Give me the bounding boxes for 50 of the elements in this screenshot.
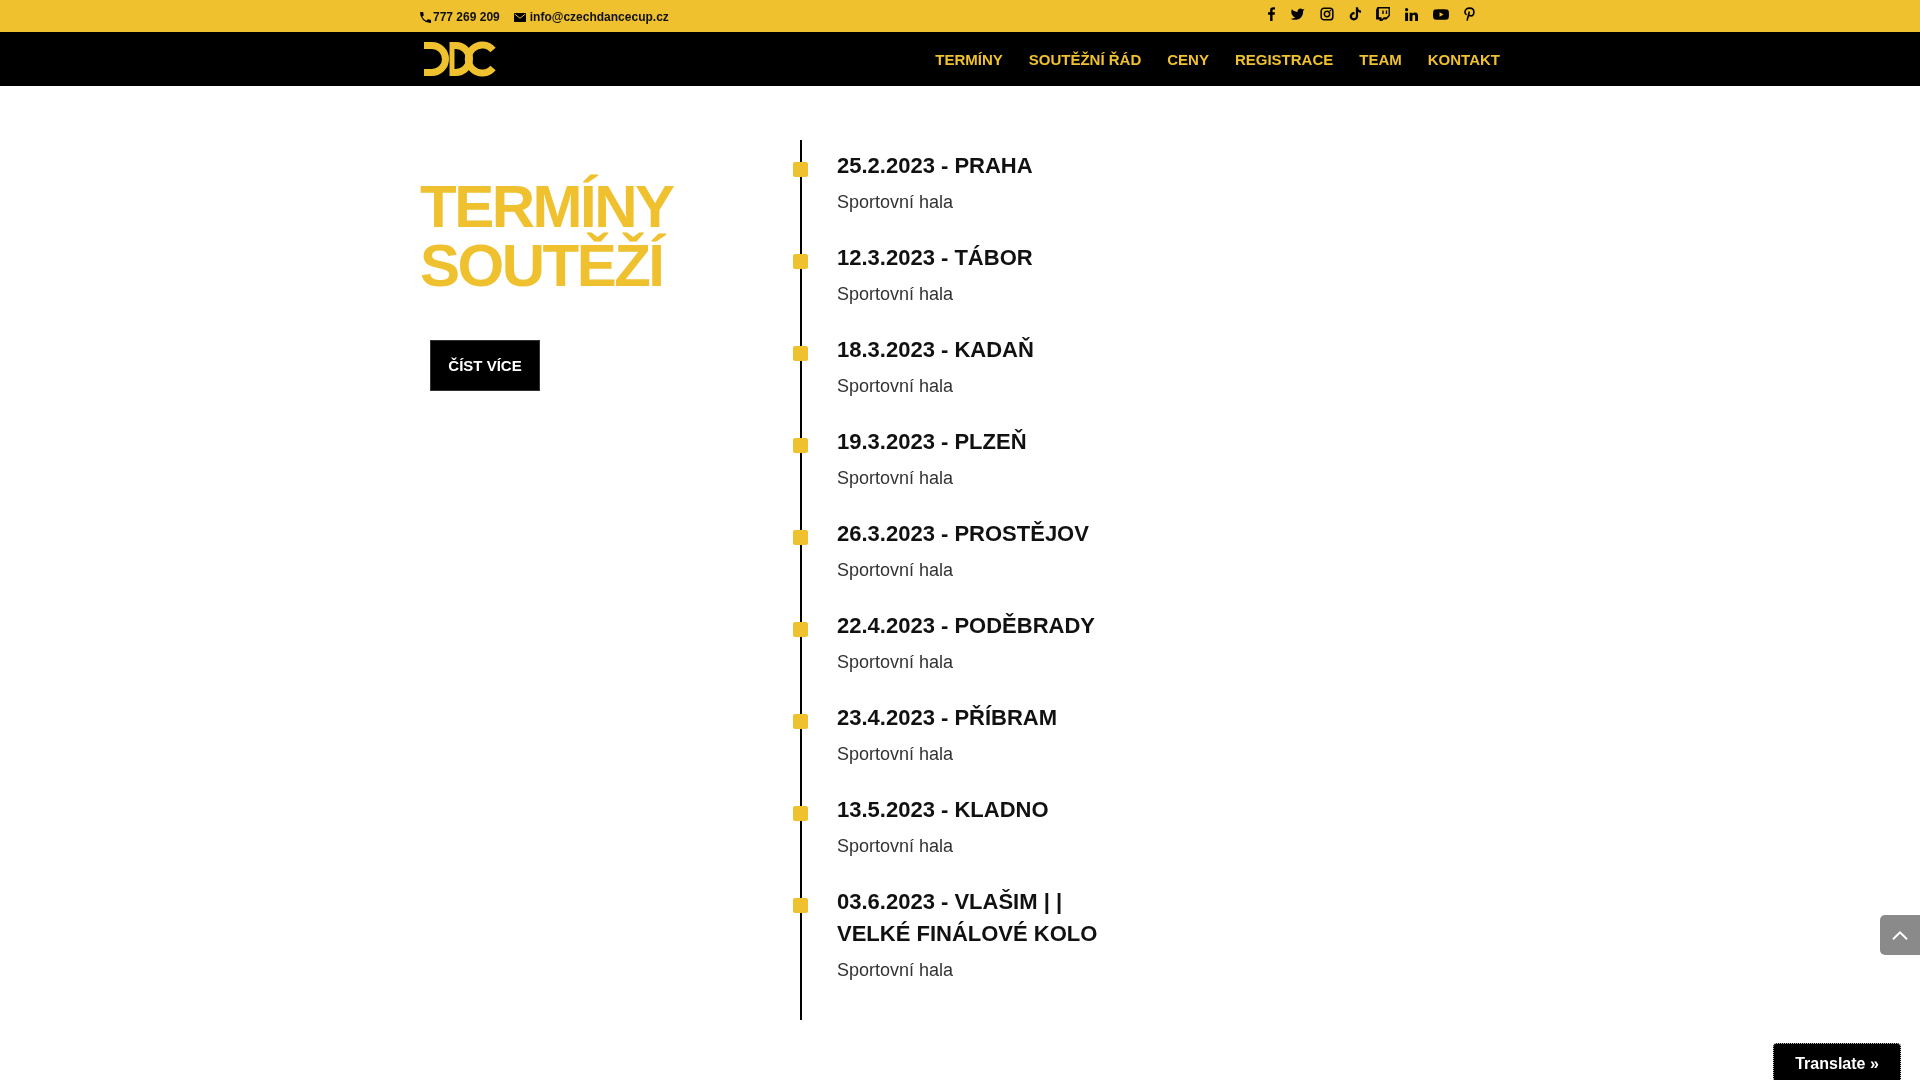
twitch-icon[interactable] bbox=[1376, 6, 1390, 22]
translate-button[interactable]: Translate » bbox=[1773, 1043, 1901, 1080]
pinterest-icon[interactable] bbox=[1464, 7, 1475, 21]
linkedin-icon[interactable] bbox=[1405, 7, 1418, 21]
event-title: 13.5.2023 - KLADNO bbox=[837, 796, 1049, 824]
event-title: 25.2.2023 - PRAHA bbox=[837, 152, 1033, 180]
event-venue: Sportovní hala bbox=[837, 651, 954, 674]
event-title: 03.6.2023 - VLAŠIM | | VELKÉ FINÁLOVÉ KOLO bbox=[837, 888, 1099, 948]
scroll-to-top-button[interactable] bbox=[1880, 915, 1920, 955]
nav-link[interactable]: CENY bbox=[1167, 50, 1209, 68]
event-venue: Sportovní hala bbox=[837, 191, 954, 214]
twitter-icon[interactable] bbox=[1290, 7, 1305, 21]
square-marker-icon bbox=[793, 714, 808, 729]
logo-icon[interactable] bbox=[424, 41, 496, 77]
event-title: 12.3.2023 - TÁBOR bbox=[837, 244, 1033, 272]
phone-icon bbox=[420, 11, 431, 23]
tiktok-icon[interactable] bbox=[1349, 7, 1361, 21]
nav-link[interactable]: TERMÍNY bbox=[935, 50, 1003, 68]
phone-link[interactable]: 777 269 209 bbox=[420, 10, 500, 24]
read-more-button[interactable]: ČÍST VÍCE bbox=[430, 340, 540, 391]
event-venue: Sportovní hala bbox=[837, 283, 954, 306]
event-venue: Sportovní hala bbox=[837, 959, 954, 982]
event-venue: Sportovní hala bbox=[837, 835, 954, 858]
square-marker-icon bbox=[793, 162, 808, 177]
instagram-icon[interactable] bbox=[1320, 7, 1334, 21]
square-marker-icon bbox=[793, 254, 808, 269]
event-title: 18.3.2023 - KADAŇ bbox=[837, 336, 1034, 364]
nav-link[interactable]: TEAM bbox=[1359, 50, 1402, 68]
event-venue: Sportovní hala bbox=[837, 559, 954, 582]
event-venue: Sportovní hala bbox=[837, 743, 954, 766]
event-title: 22.4.2023 - PODĚBRADY bbox=[837, 612, 1095, 640]
square-marker-icon bbox=[793, 346, 808, 361]
chevron-up-icon bbox=[1892, 930, 1908, 940]
event-title: 26.3.2023 - PROSTĚJOV bbox=[837, 520, 1089, 548]
nav-link[interactable]: KONTAKT bbox=[1427, 50, 1500, 68]
email-link[interactable]: info@czechdancecup.cz bbox=[513, 10, 669, 24]
event-title: 19.3.2023 - PLZEŇ bbox=[837, 428, 1027, 456]
square-marker-icon bbox=[793, 898, 808, 913]
nav-link[interactable]: SOUTĚŽNÍ ŘÁD bbox=[1028, 50, 1142, 68]
square-marker-icon bbox=[793, 622, 808, 637]
event-title: 23.4.2023 - PŘÍBRAM bbox=[837, 704, 1058, 732]
square-marker-icon bbox=[793, 806, 808, 821]
facebook-icon[interactable] bbox=[1268, 7, 1275, 21]
nav-link[interactable]: REGISTRACE bbox=[1234, 50, 1334, 68]
square-marker-icon bbox=[793, 530, 808, 545]
event-venue: Sportovní hala bbox=[837, 375, 954, 398]
youtube-icon[interactable] bbox=[1433, 8, 1449, 20]
event-venue: Sportovní hala bbox=[837, 467, 954, 490]
envelope-icon bbox=[513, 12, 526, 22]
square-marker-icon bbox=[793, 438, 808, 453]
